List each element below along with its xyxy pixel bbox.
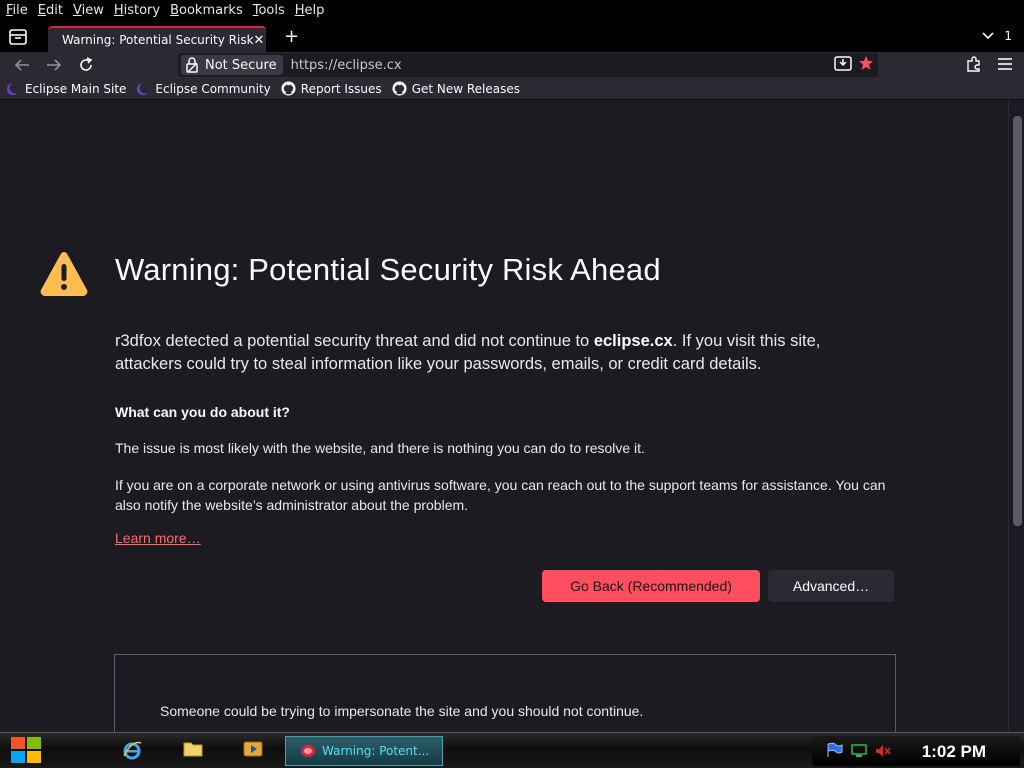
extensions-icon[interactable] xyxy=(966,56,982,72)
not-secure-label: Not Secure xyxy=(205,57,277,73)
bookmark-label: Eclipse Community xyxy=(155,81,271,96)
back-button[interactable] xyxy=(11,55,33,75)
nav-bar: Not Secure https://eclipse.cx xyxy=(0,52,1024,78)
volume-muted-icon[interactable] xyxy=(874,743,892,759)
reload-icon xyxy=(80,57,93,71)
firefox-view-button[interactable] xyxy=(8,28,30,46)
bookmark-report-issues[interactable]: Report Issues xyxy=(281,81,382,96)
menu-edit[interactable]: Edit xyxy=(38,3,63,18)
eclipse-icon xyxy=(7,82,20,95)
menu-edit-label: dit xyxy=(46,2,63,18)
menu-bookmarks[interactable]: Bookmarks xyxy=(170,3,243,18)
download-page-icon[interactable] xyxy=(834,55,852,71)
list-all-tabs[interactable]: 1 xyxy=(982,29,1012,43)
forward-arrow-icon xyxy=(47,59,62,71)
warning-icon xyxy=(39,250,89,302)
tab-strip: Warning: Potential Security Risk ✕ + 1 xyxy=(0,20,1024,52)
site-security-button[interactable]: Not Secure xyxy=(181,55,283,75)
menu-tools-label: ools xyxy=(258,2,285,18)
back-arrow-icon xyxy=(14,59,29,71)
bookmark-eclipse-main[interactable]: Eclipse Main Site xyxy=(6,82,126,96)
menu-help-label: elp xyxy=(304,2,325,18)
vertical-scrollbar[interactable] xyxy=(1008,100,1024,732)
tab-close-icon[interactable]: ✕ xyxy=(254,33,265,48)
tab-count: 1 xyxy=(1004,29,1012,43)
tab-active[interactable]: Warning: Potential Security Risk ✕ xyxy=(48,26,266,52)
flag-icon[interactable] xyxy=(826,742,844,758)
menu-file-label: ile xyxy=(12,2,28,18)
menu-help-accel: H xyxy=(294,2,305,18)
bookmark-star-icon[interactable] xyxy=(858,55,874,71)
go-back-button[interactable]: Go Back (Recommended) xyxy=(542,570,760,602)
url-bar[interactable]: Not Secure https://eclipse.cx xyxy=(178,53,878,77)
menu-bar: File Edit View History Bookmarks Tools H… xyxy=(0,0,1024,20)
advanced-panel-text: Someone could be trying to impersonate t… xyxy=(160,703,644,719)
github-icon xyxy=(281,81,296,96)
taskbar: Warning: Potent... 1:02 PM xyxy=(0,732,1024,768)
issue-paragraph: The issue is most likely with the websit… xyxy=(115,440,645,456)
scrollbar-thumb[interactable] xyxy=(1013,116,1022,526)
taskbar-browser-task[interactable]: Warning: Potent... xyxy=(285,736,443,766)
folder-icon xyxy=(183,742,203,757)
learn-more-link[interactable]: Learn more… xyxy=(115,530,201,546)
taskbar-clock[interactable]: 1:02 PM xyxy=(922,742,986,762)
forward-button[interactable] xyxy=(43,55,65,75)
taskbar-task-label: Warning: Potent... xyxy=(322,744,430,758)
chevron-down-icon xyxy=(982,32,994,40)
menu-bookmarks-accel: B xyxy=(170,2,180,18)
tab-title: Warning: Potential Security Risk xyxy=(62,33,254,47)
windows-logo-icon xyxy=(11,737,41,763)
menu-bookmarks-label: ookmarks xyxy=(179,2,243,18)
media-player-icon xyxy=(243,741,263,757)
bookmark-get-new-releases[interactable]: Get New Releases xyxy=(392,81,520,96)
taskbar-ie-pin[interactable] xyxy=(122,740,142,760)
advanced-panel: Someone could be trying to impersonate t… xyxy=(114,654,896,732)
corporate-network-paragraph: If you are on a corporate network or usi… xyxy=(115,477,886,513)
menu-file[interactable]: File xyxy=(6,3,28,18)
github-icon xyxy=(392,81,407,96)
taskbar-media-pin[interactable] xyxy=(243,740,263,760)
menu-view-accel: V xyxy=(72,2,82,18)
system-tray: 1:02 PM xyxy=(812,736,1020,766)
bookmarks-toolbar: Eclipse Main Site Eclipse Community Repo… xyxy=(0,78,1024,100)
menu-edit-accel: E xyxy=(37,2,46,18)
page-title: Warning: Potential Security Risk Ahead xyxy=(115,252,661,287)
hamburger-menu-icon[interactable] xyxy=(998,58,1012,70)
browser-app-icon xyxy=(301,745,315,757)
advanced-button[interactable]: Advanced… xyxy=(768,570,894,602)
eclipse-icon xyxy=(137,82,151,95)
warning-description: r3dfox detected a potential security thr… xyxy=(115,330,875,376)
url-text[interactable]: https://eclipse.cx xyxy=(291,58,402,73)
page-content: Warning: Potential Security Risk Ahead r… xyxy=(0,100,1008,732)
firefox-view-icon xyxy=(9,29,27,45)
what-can-you-do-heading: What can you do about it? xyxy=(115,404,290,420)
taskbar-explorer-pin[interactable] xyxy=(183,740,203,760)
unlocked-padlock-icon xyxy=(186,57,198,73)
bookmark-label: Get New Releases xyxy=(411,81,521,96)
bookmark-eclipse-community[interactable]: Eclipse Community xyxy=(136,81,271,96)
menu-history-label: istory xyxy=(123,2,161,18)
menu-history[interactable]: History xyxy=(114,3,160,18)
menu-view-label: iew xyxy=(81,2,104,18)
desc-domain: eclipse.cx xyxy=(593,332,673,350)
internet-explorer-icon xyxy=(123,741,142,760)
reload-button[interactable] xyxy=(75,55,97,75)
network-icon[interactable] xyxy=(850,743,868,759)
bookmark-label: Report Issues xyxy=(300,81,382,96)
menu-help[interactable]: Help xyxy=(295,3,325,18)
desc-before: r3dfox detected a potential security thr… xyxy=(115,332,594,350)
bookmark-label: Eclipse Main Site xyxy=(25,81,127,96)
menu-view[interactable]: View xyxy=(73,3,104,18)
menu-history-accel: H xyxy=(113,2,124,18)
menu-tools[interactable]: Tools xyxy=(253,3,285,18)
new-tab-button[interactable]: + xyxy=(284,26,299,47)
start-button[interactable] xyxy=(8,733,46,768)
